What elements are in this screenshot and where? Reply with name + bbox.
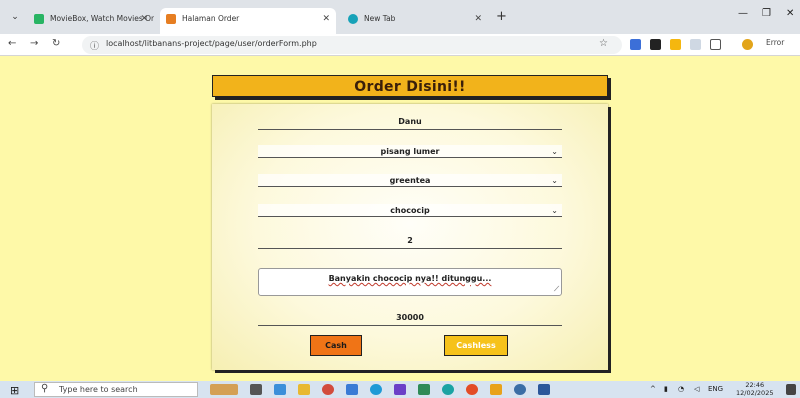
- battery-icon[interactable]: ▮: [664, 385, 668, 393]
- drink-select-value: greentea: [389, 176, 431, 185]
- info-icon[interactable]: ⓘ: [90, 39, 99, 52]
- clock-time: 22:46: [745, 381, 765, 389]
- app-icon[interactable]: [514, 384, 526, 395]
- error-button[interactable]: Error: [766, 38, 784, 47]
- topping-select-value: chococip: [390, 206, 430, 215]
- newtab-favicon: [348, 14, 358, 24]
- app-icon[interactable]: [418, 384, 430, 395]
- app-icon[interactable]: [346, 384, 358, 395]
- order-form: Danu pisang lumer ⌄ greentea ⌄ chococip …: [212, 104, 608, 370]
- extension-icon[interactable]: [650, 39, 661, 50]
- name-field[interactable]: Danu: [258, 114, 562, 130]
- extension-icon[interactable]: [690, 39, 701, 50]
- page-title: Order Disini!!: [354, 79, 466, 95]
- chevron-down-icon: ⌄: [551, 176, 558, 185]
- quantity-field[interactable]: 2: [258, 233, 562, 249]
- network-icon[interactable]: ◔: [678, 385, 684, 393]
- tab-halaman-order[interactable]: Halaman Order ✕: [160, 8, 336, 34]
- word-icon[interactable]: [538, 384, 550, 395]
- taskbar-clock[interactable]: 22:46 12/02/2025: [736, 381, 773, 397]
- search-placeholder: Type here to search: [59, 385, 138, 394]
- app-icon[interactable]: [322, 384, 334, 395]
- address-bar[interactable]: ⓘ localhost/litbanans-project/page/user/…: [82, 36, 622, 54]
- reload-icon[interactable]: ↻: [52, 38, 60, 49]
- restore-icon[interactable]: ❐: [762, 8, 771, 19]
- window-close-icon[interactable]: ✕: [786, 8, 794, 19]
- search-icon: ⚲: [41, 383, 49, 394]
- chevron-down-icon: ⌄: [551, 206, 558, 215]
- file-explorer-icon[interactable]: [298, 384, 310, 395]
- news-widget-icon[interactable]: [210, 384, 238, 395]
- order-header: Order Disini!!: [212, 75, 608, 97]
- food-select[interactable]: pisang lumer ⌄: [258, 145, 562, 158]
- resize-grip-icon[interactable]: ⟋: [554, 285, 559, 294]
- food-select-value: pisang lumer: [380, 147, 440, 156]
- forward-icon[interactable]: →: [30, 38, 38, 49]
- notification-icon[interactable]: [786, 384, 796, 395]
- taskbar: ⊞ ⚲ Type here to search ^ ▮ ◔ ◁ ENG 22:4…: [0, 381, 800, 398]
- app-icon[interactable]: [490, 384, 502, 395]
- note-text: Banyakin chococip nya!! ditunggu...: [328, 274, 492, 283]
- edge-icon[interactable]: [370, 384, 382, 395]
- minimize-icon[interactable]: —: [738, 8, 748, 19]
- moviebox-favicon: [34, 14, 44, 24]
- total-field: 30000: [258, 310, 562, 326]
- app-icon[interactable]: [394, 384, 406, 395]
- close-icon[interactable]: ✕: [322, 8, 330, 30]
- tab-search-chevron-icon[interactable]: ⌄: [8, 11, 22, 23]
- chevron-down-icon: ⌄: [551, 147, 558, 156]
- note-textarea[interactable]: Banyakin chococip nya!! ditunggu... ⟋: [258, 268, 562, 296]
- profile-avatar[interactable]: [742, 39, 753, 50]
- new-tab-button[interactable]: +: [496, 9, 507, 24]
- browser-toolbar: ← → ↻ ⓘ localhost/litbanans-project/page…: [0, 34, 800, 56]
- language-indicator[interactable]: ENG: [708, 385, 723, 393]
- url-text: localhost/litbanans-project/page/user/or…: [106, 39, 317, 48]
- tab-title: New Tab: [364, 14, 396, 23]
- task-view-icon[interactable]: [250, 384, 262, 395]
- close-icon[interactable]: ✕: [474, 8, 482, 30]
- app-icon[interactable]: [442, 384, 454, 395]
- clock-date: 12/02/2025: [736, 389, 774, 397]
- volume-icon[interactable]: ◁: [694, 385, 699, 393]
- chrome-icon[interactable]: [466, 384, 478, 395]
- tab-strip: ⌄ MovieBox, Watch Movies Onlin ✕ Halaman…: [0, 0, 800, 34]
- extension-icon[interactable]: [670, 39, 681, 50]
- tab-moviebox[interactable]: MovieBox, Watch Movies Onlin ✕: [28, 8, 154, 30]
- tab-title: MovieBox, Watch Movies Onlin: [50, 14, 154, 23]
- app-icon[interactable]: [274, 384, 286, 395]
- windows-start-icon[interactable]: ⊞: [10, 384, 19, 397]
- cash-button[interactable]: Cash: [310, 335, 362, 356]
- taskbar-search[interactable]: ⚲ Type here to search: [34, 382, 198, 397]
- close-icon[interactable]: ✕: [140, 8, 148, 30]
- star-icon[interactable]: ☆: [599, 38, 608, 49]
- drink-select[interactable]: greentea ⌄: [258, 174, 562, 187]
- extension-icon[interactable]: [630, 39, 641, 50]
- extensions-puzzle-icon[interactable]: [710, 39, 721, 50]
- topping-select[interactable]: chococip ⌄: [258, 204, 562, 217]
- tab-new-tab[interactable]: New Tab ✕: [342, 8, 488, 30]
- cashless-button[interactable]: Cashless: [444, 335, 508, 356]
- tray-chevron-icon[interactable]: ^: [650, 385, 656, 393]
- tab-title: Halaman Order: [182, 14, 240, 23]
- halaman-favicon: [166, 14, 176, 24]
- back-icon[interactable]: ←: [8, 38, 16, 49]
